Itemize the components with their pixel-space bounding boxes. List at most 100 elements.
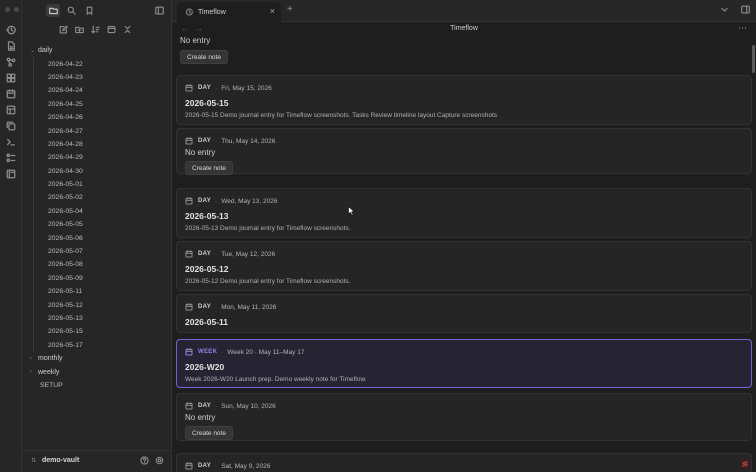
file-label: 2026-05-17 — [48, 341, 83, 349]
folder-monthly[interactable]: › monthly — [22, 352, 172, 365]
new-folder-button[interactable] — [74, 24, 85, 35]
close-tab-icon[interactable]: × — [270, 6, 275, 16]
separator-dot: · — [215, 462, 218, 470]
files-view-button[interactable] — [46, 4, 60, 17]
folder-daily[interactable]: ⌄ daily — [22, 44, 172, 57]
file-item[interactable]: 2026-05-09 — [22, 272, 172, 285]
card-kind: DAY — [198, 138, 212, 144]
template-icon[interactable] — [6, 105, 16, 115]
file-label: 2026-04-24 — [48, 87, 83, 95]
file-item[interactable]: 2026-04-30 — [22, 165, 172, 178]
book-icon[interactable] — [6, 169, 16, 179]
card-kind: DAY — [198, 463, 212, 469]
copy-icon[interactable] — [6, 121, 16, 131]
card-date: Week 20 · May 11–May 17 — [227, 348, 305, 356]
tab-timeflow[interactable]: Timeflow × — [177, 2, 281, 22]
new-note-button[interactable] — [58, 24, 69, 35]
file-item[interactable]: 2026-05-11 — [22, 285, 172, 298]
settings-gear-icon[interactable] — [155, 456, 164, 465]
file-item[interactable]: 2026-05-08 — [22, 258, 172, 271]
card-date: Fri, May 15, 2026 — [221, 84, 272, 92]
file-item[interactable]: 2026-05-05 — [22, 218, 172, 231]
create-note-button[interactable]: Create note — [180, 50, 228, 64]
bookmark-icon — [86, 6, 92, 15]
card-title[interactable]: 2026-W20 — [185, 362, 224, 372]
file-item[interactable]: 2026-05-13 — [22, 312, 172, 325]
file-item[interactable]: 2026-04-27 — [22, 124, 172, 137]
sort-button[interactable] — [90, 24, 101, 35]
terminal-icon[interactable] — [6, 137, 16, 147]
vault-name[interactable]: demo-vault — [42, 457, 79, 464]
day-card[interactable]: DAY · Thu, May 14, 2026 No entry Create note — [176, 128, 752, 175]
collapse-all-button[interactable] — [122, 24, 133, 35]
file-item[interactable]: 2026-04-23 — [22, 71, 172, 84]
calendar-icon[interactable] — [6, 89, 16, 99]
file-item[interactable]: 2026-04-26 — [22, 111, 172, 124]
chevron-down-icon[interactable] — [720, 5, 729, 14]
day-card[interactable]: DAY · Fri, May 15, 2026 2026-05-15 2026-05-1… — [176, 75, 752, 125]
file-item[interactable]: 2026-05-17 — [22, 339, 172, 352]
reveal-icon — [107, 25, 116, 34]
help-icon[interactable] — [140, 456, 149, 465]
file-item[interactable]: 2026-05-12 — [22, 298, 172, 311]
sort-icon — [91, 25, 100, 34]
card-date: Wed, May 13, 2026 — [221, 197, 278, 205]
file-item[interactable]: 2026-05-15 — [22, 325, 172, 338]
file-label: 2026-05-07 — [48, 248, 83, 256]
auto-reveal-button[interactable] — [106, 24, 117, 35]
card-meta: DAY · Sat, May 9, 2026 — [185, 462, 270, 470]
vault-switch-icon[interactable]: ⇅ — [31, 457, 36, 464]
day-card[interactable]: DAY · Tue, May 12, 2026 2026-05-12 2026-05-1… — [176, 241, 752, 291]
folder-label: weekly — [38, 368, 60, 376]
file-item[interactable]: 2026-05-07 — [22, 245, 172, 258]
file-label: 2026-05-11 — [48, 288, 83, 296]
bookmarks-view-button[interactable] — [82, 4, 96, 17]
file-item[interactable]: 2026-05-04 — [22, 205, 172, 218]
toggle-sidebar-button[interactable] — [152, 4, 166, 17]
card-title[interactable]: 2026-05-11 — [185, 317, 228, 327]
history-icon[interactable] — [6, 25, 16, 35]
card-date: Tue, May 12, 2026 — [221, 250, 276, 258]
file-item[interactable]: 2026-05-02 — [22, 191, 172, 204]
file-label: 2026-05-15 — [48, 328, 83, 336]
card-title[interactable]: 2026-05-15 — [185, 98, 228, 108]
file-item[interactable]: 2026-04-22 — [22, 57, 172, 70]
folder-label: daily — [38, 47, 53, 55]
folder-weekly[interactable]: › weekly — [22, 365, 172, 378]
day-card[interactable]: DAY · Sun, May 10, 2026 No entry Create note — [176, 393, 752, 441]
day-card[interactable]: DAY · Wed, May 13, 2026 2026-05-13 2026-05-1… — [176, 188, 752, 238]
file-item[interactable]: 2026-05-06 — [22, 231, 172, 244]
scrollbar-thumb[interactable] — [752, 45, 755, 73]
sync-warning-icon[interactable] — [740, 459, 750, 469]
card-title[interactable]: 2026-05-13 — [185, 211, 228, 221]
card-meta: DAY · Fri, May 15, 2026 — [185, 84, 272, 92]
card-description: Week 2026-W20 Launch prep. Demo weekly n… — [185, 376, 367, 383]
more-options-icon[interactable]: ⋯ — [738, 23, 747, 34]
create-note-button[interactable]: Create note — [185, 426, 233, 440]
file-label: 2026-05-01 — [48, 181, 83, 189]
file-item[interactable]: 2026-04-25 — [22, 98, 172, 111]
create-note-button[interactable]: Create note — [185, 161, 233, 175]
file-icon[interactable] — [6, 41, 16, 51]
file-tree: ⌄ daily 2026-04-22 2026-04-23 2026-04-24 202… — [22, 44, 172, 392]
week-card[interactable]: WEEK · Week 20 · May 11–May 17 2026-W20 Week… — [176, 339, 752, 388]
card-title[interactable]: 2026-05-12 — [185, 264, 228, 274]
minimize-window-button[interactable] — [14, 7, 19, 12]
graph-icon[interactable] — [6, 57, 16, 67]
file-item[interactable]: 2026-04-29 — [22, 151, 172, 164]
new-tab-icon[interactable]: + — [287, 4, 293, 15]
day-card[interactable]: DAY · Mon, May 11, 2026 2026-05-11 — [176, 294, 752, 333]
file-item[interactable]: 2026-04-24 — [22, 84, 172, 97]
list-icon[interactable] — [6, 153, 16, 163]
mouse-cursor-icon — [348, 206, 355, 216]
search-view-button[interactable] — [64, 4, 78, 17]
file-label: 2026-04-26 — [48, 114, 83, 122]
day-card[interactable]: DAY · Sat, May 9, 2026 — [176, 453, 752, 472]
file-setup[interactable]: SETUP — [22, 379, 172, 392]
card-kind: DAY — [198, 198, 212, 204]
right-sidebar-toggle-icon[interactable] — [741, 5, 750, 14]
file-item[interactable]: 2026-05-01 — [22, 178, 172, 191]
file-item[interactable]: 2026-04-28 — [22, 138, 172, 151]
close-window-button[interactable] — [5, 7, 10, 12]
blocks-icon[interactable] — [6, 73, 16, 83]
